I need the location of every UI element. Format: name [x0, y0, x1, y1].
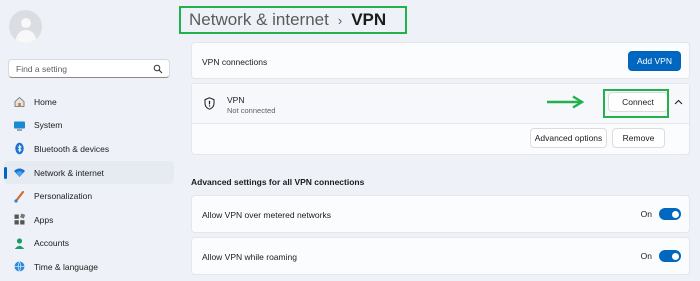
apps-icon [13, 213, 26, 226]
roaming-toggle[interactable] [659, 250, 681, 262]
sidebar-item-system[interactable]: System [0, 114, 178, 138]
sidebar-item-label: Home [34, 96, 57, 107]
metered-toggle[interactable] [659, 208, 681, 220]
setting-label: Allow VPN over metered networks [202, 210, 331, 220]
breadcrumb-parent[interactable]: Network & internet [189, 10, 329, 30]
connect-highlight [603, 89, 669, 118]
vpn-connections-label: VPN connections [202, 57, 268, 67]
paintbrush-icon [13, 190, 26, 203]
sidebar-item-home[interactable]: Home [0, 90, 178, 114]
bluetooth-icon [13, 142, 26, 155]
monitor-icon [13, 119, 26, 132]
arrow-right-icon [547, 95, 585, 109]
toggle-group: On [641, 238, 681, 274]
sidebar-item-label: Apps [34, 214, 54, 225]
breadcrumb: Network & internet › VPN [179, 6, 407, 34]
sidebar: Home System Bluetooth & devices Network … [0, 0, 178, 281]
add-vpn-button[interactable]: Add VPN [628, 51, 681, 71]
search-icon[interactable] [153, 64, 163, 74]
shield-icon [204, 97, 215, 110]
vpn-entry-actions: Advanced options Remove [192, 124, 689, 154]
sidebar-item-network[interactable]: Network & internet [4, 160, 174, 185]
person-icon [13, 237, 26, 250]
advanced-settings-heading: Advanced settings for all VPN connection… [191, 177, 365, 187]
globe-clock-icon [13, 260, 26, 273]
vpn-name: VPN [227, 95, 245, 105]
remove-button[interactable]: Remove [612, 128, 665, 148]
chevron-up-icon[interactable] [674, 99, 683, 105]
vpn-connections-card: VPN connections Add VPN [191, 42, 690, 79]
sidebar-item-label: Time & language [34, 261, 98, 272]
home-icon [13, 95, 26, 108]
page-title: VPN [351, 10, 387, 29]
search-box [8, 59, 170, 78]
sidebar-nav: Home System Bluetooth & devices Network … [0, 90, 178, 279]
toggle-state: On [640, 209, 652, 219]
setting-label: Allow VPN while roaming [202, 252, 297, 262]
chevron-right-icon: › [337, 12, 343, 28]
wifi-icon [13, 166, 26, 179]
sidebar-item-apps[interactable]: Apps [0, 208, 178, 232]
toggle-state: On [640, 251, 652, 261]
toggle-group: On [641, 196, 681, 232]
avatar[interactable] [9, 10, 42, 43]
sidebar-item-accounts[interactable]: Accounts [0, 232, 178, 256]
sidebar-item-label: Network & internet [34, 167, 104, 178]
sidebar-item-personalization[interactable]: Personalization [0, 184, 178, 208]
sidebar-item-label: Accounts [34, 238, 69, 249]
sidebar-item-bluetooth[interactable]: Bluetooth & devices [0, 137, 178, 161]
advanced-options-button[interactable]: Advanced options [530, 128, 607, 148]
sidebar-item-time-language[interactable]: Time & language [0, 255, 178, 279]
sidebar-item-label: Bluetooth & devices [34, 143, 110, 154]
search-input[interactable] [16, 63, 154, 74]
vpn-status: Not connected [227, 106, 276, 115]
setting-row-roaming: Allow VPN while roaming On [191, 237, 690, 275]
sidebar-item-label: System [34, 120, 63, 131]
setting-row-metered: Allow VPN over metered networks On [191, 195, 690, 233]
sidebar-item-label: Personalization [34, 191, 93, 202]
